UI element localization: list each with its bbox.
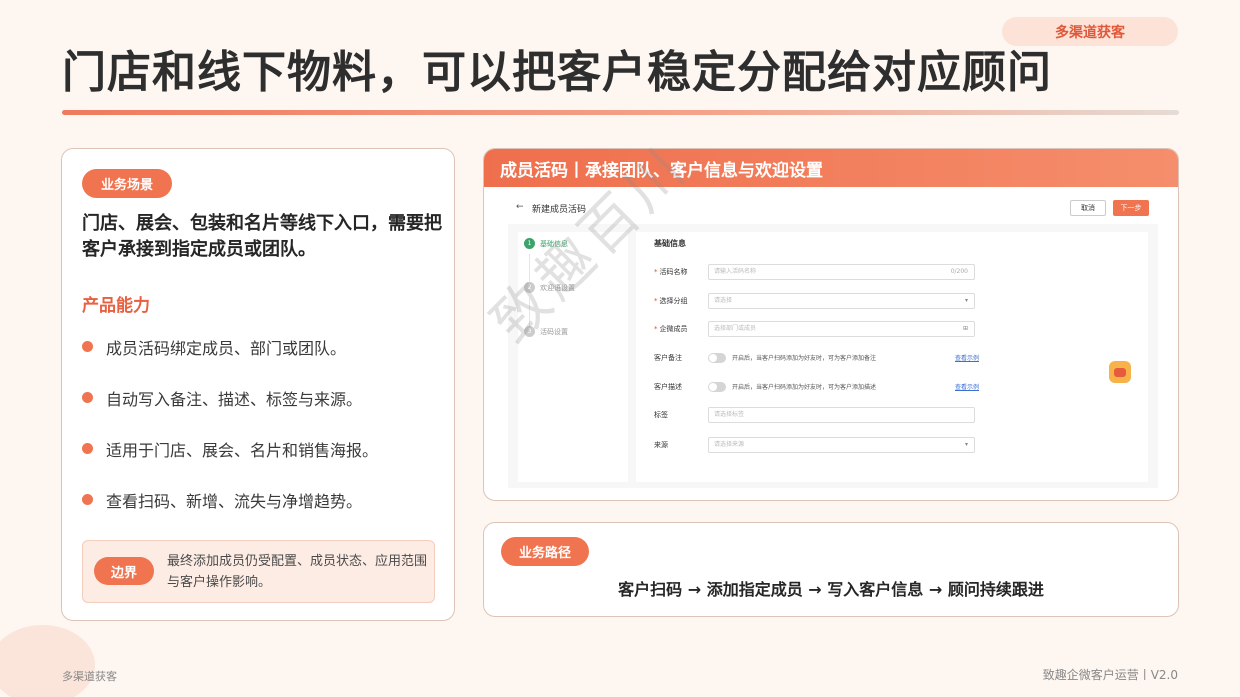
scenario-text: 门店、展会、包装和名片等线下入口，需要把客户承接到指定成员或团队。 bbox=[82, 213, 442, 260]
tag-row: 标签 请选择标签 bbox=[654, 407, 1144, 423]
next-step-button[interactable]: 下一步 bbox=[1113, 200, 1149, 216]
capability-list: 成员活码绑定成员、部门或团队。 自动写入备注、描述、标签与来源。 适用于门店、展… bbox=[82, 321, 442, 525]
source-row: 来源 请选择来源 ▾ bbox=[654, 437, 1144, 453]
scenario-card: 业务场景 门店、展会、包装和名片等线下入口，需要把客户承接到指定成员或团队。 产… bbox=[61, 148, 455, 621]
page-title: 门店和线下物料，可以把客户稳定分配给对应顾问 bbox=[62, 47, 1052, 98]
name-row: * 活码名称 请输入活码名称 0/200 bbox=[654, 264, 1144, 280]
capability-title: 产品能力 bbox=[82, 296, 150, 316]
path-card: 业务路径 客户扫码 → 添加指定成员 → 写入客户信息 → 顾问持续跟进 bbox=[483, 522, 1179, 617]
limit-box: 边界 最终添加成员仍受配置、成员状态、应用范围与客户操作影响。 bbox=[82, 540, 435, 603]
decor-blob bbox=[0, 625, 95, 697]
footer-right: 致趣企微客户运营丨V2.0 bbox=[1042, 668, 1178, 682]
bullet-icon bbox=[82, 392, 93, 403]
list-item: 成员活码绑定成员、部门或团队。 bbox=[82, 321, 442, 372]
org-tree-icon: ⊞ bbox=[962, 325, 968, 332]
back-arrow-icon[interactable]: ← bbox=[516, 202, 524, 212]
tag-input[interactable]: 请选择标签 bbox=[708, 407, 975, 423]
path-badge: 业务路径 bbox=[501, 537, 589, 566]
cancel-button[interactable]: 取消 bbox=[1070, 200, 1106, 216]
assistant-robot-icon[interactable] bbox=[1109, 361, 1131, 383]
desc-toggle[interactable] bbox=[708, 382, 726, 392]
chevron-down-icon: ▾ bbox=[964, 297, 968, 304]
scenario-badge: 业务场景 bbox=[82, 169, 172, 198]
desc-row: 客户描述 开启后，当客户扫码添加为好友时，可为客户添加描述 查看示例 bbox=[654, 382, 980, 392]
list-item: 适用于门店、展会、名片和销售海报。 bbox=[82, 423, 442, 474]
bullet-icon bbox=[82, 443, 93, 454]
member-select[interactable]: 选择部门或成员 ⊞ bbox=[708, 321, 975, 337]
bullet-icon bbox=[82, 341, 93, 352]
group-row: * 选择分组 请选择 ▾ bbox=[654, 293, 1144, 309]
group-select[interactable]: 请选择 ▾ bbox=[708, 293, 975, 309]
title-divider bbox=[62, 110, 1179, 115]
char-counter: 0/200 bbox=[950, 268, 968, 275]
remark-row: 客户备注 开启后，当客户扫码添加为好友时，可为客户添加备注 查看示例 bbox=[654, 353, 980, 363]
desc-example-link[interactable]: 查看示例 bbox=[955, 382, 979, 391]
path-text: 客户扫码 → 添加指定成员 → 写入客户信息 → 顾问持续跟进 bbox=[618, 580, 1044, 599]
remark-toggle[interactable] bbox=[708, 353, 726, 363]
remark-example-link[interactable]: 查看示例 bbox=[955, 353, 979, 362]
list-item: 自动写入备注、描述、标签与来源。 bbox=[82, 372, 442, 423]
form-section-title: 基础信息 bbox=[654, 239, 686, 248]
footer-left: 多渠道获客 bbox=[62, 670, 117, 683]
list-item: 查看扫码、新增、流失与净增趋势。 bbox=[82, 474, 442, 525]
code-name-input[interactable]: 请输入活码名称 0/200 bbox=[708, 264, 975, 280]
member-row: * 企微成员 选择部门或成员 ⊞ bbox=[654, 321, 1144, 337]
basic-info-form: 基础信息 * 活码名称 请输入活码名称 0/200 * 选择分组 请选择 ▾ *… bbox=[636, 232, 1148, 482]
chevron-down-icon: ▾ bbox=[964, 441, 968, 448]
limit-badge: 边界 bbox=[94, 557, 154, 585]
bullet-icon bbox=[82, 494, 93, 505]
limit-text: 最终添加成员仍受配置、成员状态、应用范围与客户操作影响。 bbox=[167, 554, 428, 590]
source-select[interactable]: 请选择来源 ▾ bbox=[708, 437, 975, 453]
